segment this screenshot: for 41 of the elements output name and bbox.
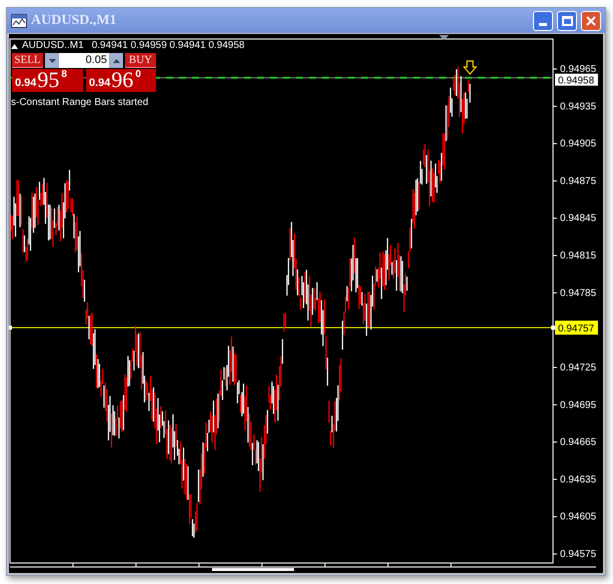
- chart-window-icon: [11, 14, 27, 28]
- price-tick-label: 0.94905: [560, 138, 596, 150]
- price-pips: 95: [37, 69, 60, 91]
- down-arrow-icon: [462, 60, 478, 75]
- close-button[interactable]: [581, 10, 601, 30]
- scrollbar-thumb[interactable]: [212, 568, 294, 571]
- price-tick-label: 0.94665: [560, 437, 596, 448]
- line-handle[interactable]: [9, 326, 12, 330]
- price-fraction: 8: [61, 70, 67, 80]
- lot-size-field[interactable]: 0.05: [45, 53, 123, 68]
- price-prefix: 0.94: [89, 78, 110, 89]
- close-icon: [586, 16, 596, 26]
- status-message: s-Constant Range Bars started: [11, 98, 148, 108]
- ohlc-values: 0.94941 0.94959 0.94941 0.94958: [92, 41, 245, 51]
- price-tick-label: 0.94815: [560, 250, 596, 262]
- price-tick-label: 0.94785: [560, 288, 596, 299]
- line-handle[interactable]: [551, 326, 555, 330]
- collapse-icon[interactable]: [11, 44, 18, 48]
- buy-button[interactable]: BUY: [125, 53, 156, 68]
- maximize-button[interactable]: [557, 10, 577, 30]
- current-price-tag: 0.94958: [555, 74, 598, 87]
- price-tick-label: 0.94845: [560, 213, 596, 224]
- price-tick-label: 0.94575: [560, 549, 596, 560]
- line-price-tag: 0.94757: [555, 320, 598, 335]
- sell-button[interactable]: SELL: [12, 53, 43, 68]
- price-tick-label: 0.94605: [560, 512, 596, 523]
- minimize-button[interactable]: [533, 10, 553, 30]
- price-tick-label: 0.94935: [560, 101, 596, 112]
- price-tick-label: 0.94875: [560, 176, 596, 187]
- price-tick-label: 0.94725: [560, 362, 596, 374]
- price-tick-label: 0.94965: [560, 64, 596, 75]
- price-fraction: 0: [135, 70, 141, 80]
- chart-symbol: AUDUSD..M1: [22, 41, 84, 51]
- window-title: AUDUSD.,M1: [31, 12, 118, 30]
- increase-icon[interactable]: [109, 53, 123, 68]
- price-tick-label: 0.94695: [560, 400, 596, 411]
- decrease-icon[interactable]: [45, 53, 59, 68]
- price-pips: 96: [111, 69, 134, 91]
- price-prefix: 0.94: [15, 78, 36, 89]
- price-tick-label: 0.94635: [560, 474, 596, 486]
- scroll-marker-icon: [439, 35, 449, 40]
